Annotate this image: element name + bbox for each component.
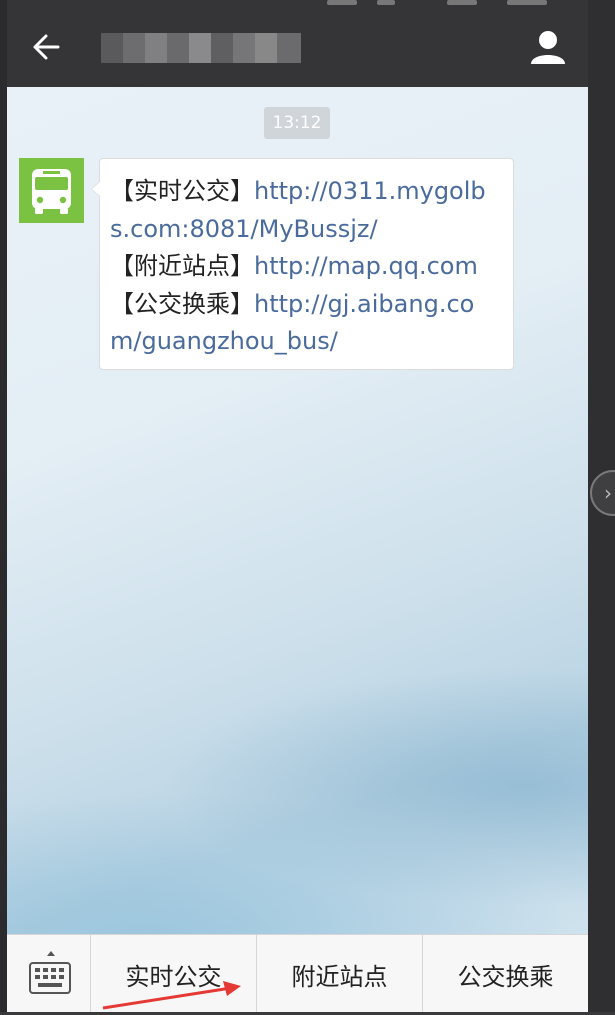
bottom-menu-bar: 实时公交 附近站点 公交换乘 — [7, 934, 588, 1012]
arrow-left-icon — [33, 34, 60, 60]
next-page-button[interactable]: › — [590, 470, 615, 516]
menu-item-realtime-bus[interactable]: 实时公交 — [91, 935, 257, 1012]
message-line-realtime-bus: 【实时公交】http://0311.mygolbs.com:8081/MyBus… — [110, 177, 486, 243]
bus-icon — [32, 169, 71, 214]
nearby-stops-link[interactable]: http://map.qq.com — [254, 252, 478, 280]
message-line-bus-transfer: 【公交换乘】http://gj.aibang.com/guangzhou_bus… — [110, 289, 475, 356]
sender-avatar[interactable] — [19, 158, 84, 223]
message-bubble: 【实时公交】http://0311.mygolbs.com:8081/MyBus… — [91, 158, 514, 370]
message-timestamp: 13:12 — [264, 107, 330, 139]
chat-title-blurred — [101, 33, 301, 63]
message-line-nearby-stops: 【附近站点】http://map.qq.com — [110, 252, 478, 280]
menu-item-bus-transfer[interactable]: 公交换乘 — [423, 935, 588, 1012]
chat-info-button[interactable] — [528, 28, 568, 68]
keyboard-icon — [29, 951, 71, 994]
person-icon — [531, 31, 565, 64]
chevron-right-icon: › — [604, 481, 612, 505]
keyboard-toggle-button[interactable] — [7, 935, 91, 1012]
desktop-right-edge: › — [588, 0, 615, 1012]
wechat-window: 13:12 【实时公交】http://0311.mygolbs.com:8081… — [7, 0, 588, 1012]
chat-area[interactable]: 13:12 【实时公交】http://0311.mygolbs.com:8081… — [7, 87, 588, 934]
back-button[interactable] — [29, 30, 63, 64]
menu-item-nearby-stops[interactable]: 附近站点 — [257, 935, 423, 1012]
desktop-left-edge — [0, 0, 7, 1012]
status-bar — [307, 0, 567, 8]
chat-header — [7, 0, 588, 87]
